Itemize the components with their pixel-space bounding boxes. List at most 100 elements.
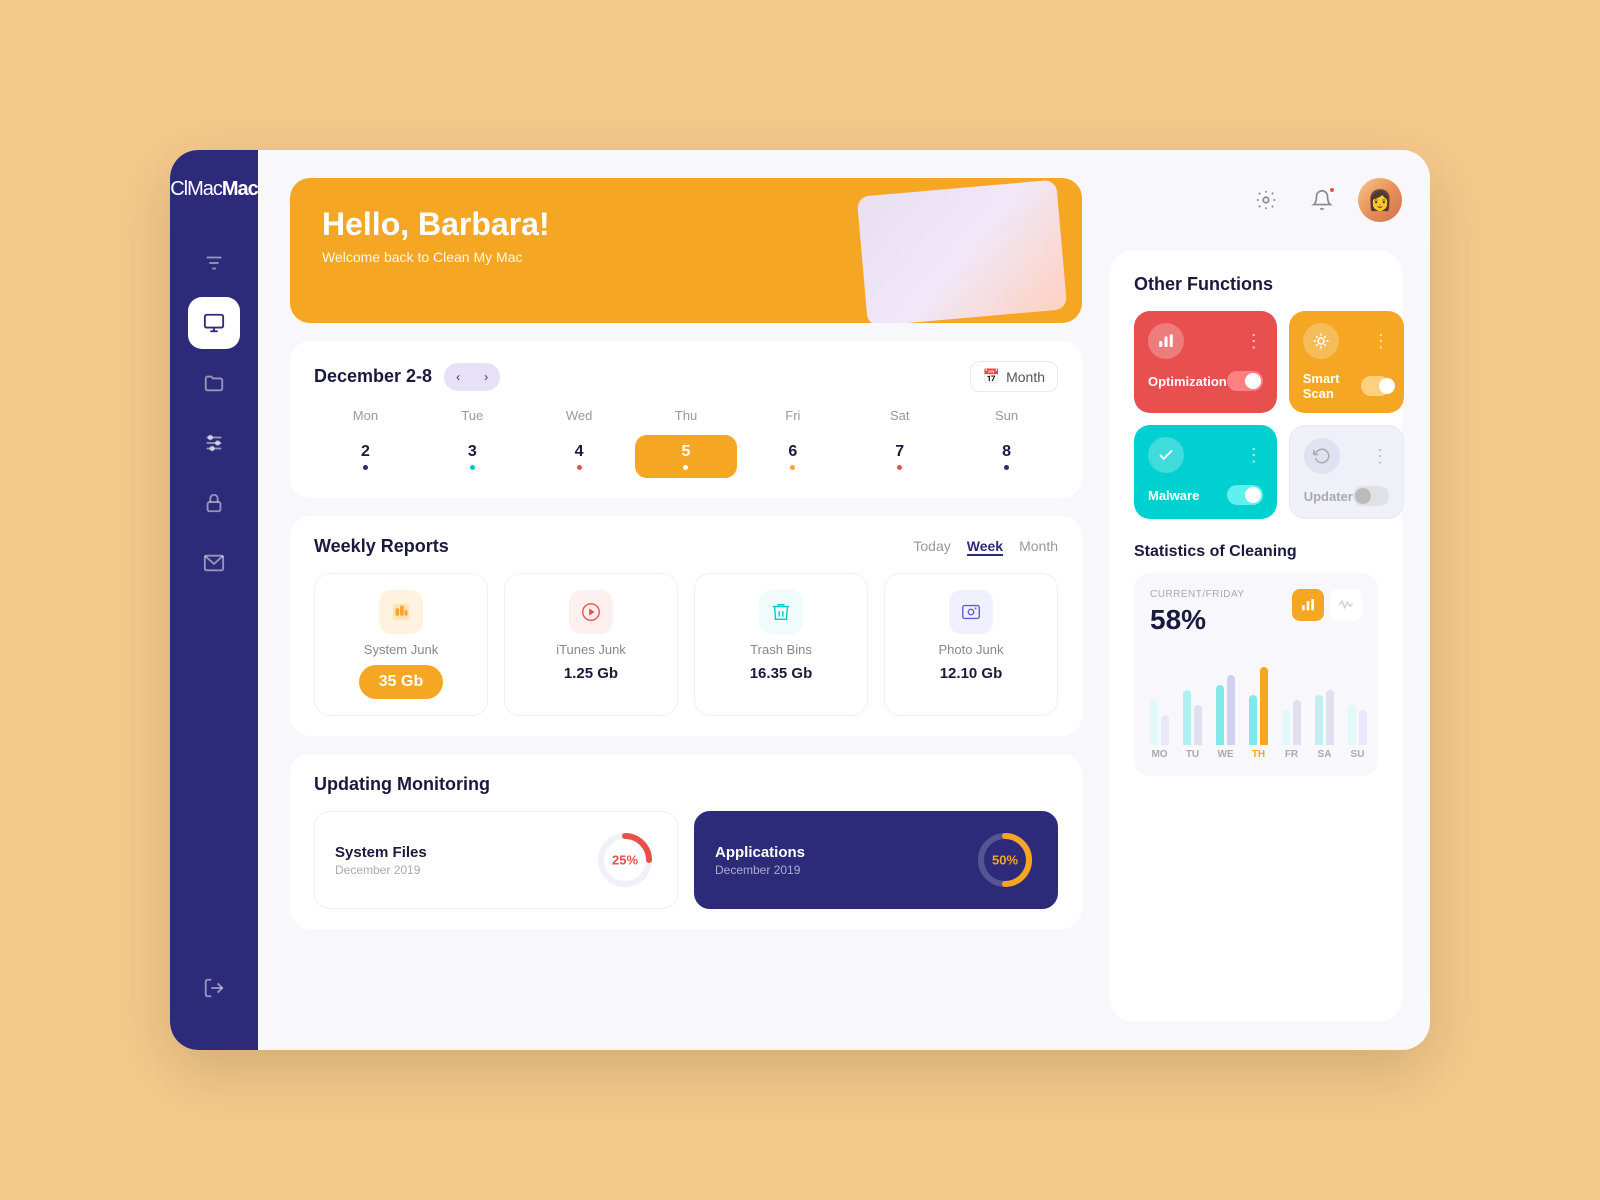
- avatar[interactable]: 👩: [1358, 178, 1402, 222]
- smart-scan-toggle[interactable]: [1361, 376, 1390, 396]
- trash-bins-value: 16.35 Gb: [750, 665, 813, 682]
- day-label-mon: Mon: [314, 408, 417, 431]
- tab-week[interactable]: Week: [967, 538, 1003, 556]
- function-smart-scan[interactable]: ⋮ Smart Scan: [1289, 311, 1404, 413]
- right-header: 👩: [1110, 178, 1402, 226]
- calendar-nav: ‹ ›: [444, 363, 500, 391]
- itunes-junk-label: iTunes Junk: [556, 642, 626, 657]
- report-system-junk[interactable]: System Junk 35 Gb: [314, 573, 488, 716]
- day-5-dot: [683, 465, 688, 470]
- system-files-progress: 25%: [593, 828, 657, 892]
- right-panel: 👩 Other Functions ⋮: [1110, 150, 1430, 1050]
- monitor-applications[interactable]: Applications December 2019 50%: [694, 811, 1058, 909]
- optimization-icon: [1148, 323, 1184, 359]
- malware-icon: [1148, 437, 1184, 473]
- function-optimization[interactable]: ⋮ Optimization: [1134, 311, 1277, 413]
- stats-percent: 58%: [1150, 604, 1245, 636]
- functions-grid: ⋮ Optimization: [1134, 311, 1378, 519]
- sidebar-item-mail[interactable]: [188, 537, 240, 589]
- day-8[interactable]: 8: [955, 435, 1058, 478]
- day-3-dot: [470, 465, 475, 470]
- day-3[interactable]: 3: [421, 435, 524, 478]
- updater-menu[interactable]: ⋮: [1371, 446, 1389, 467]
- sidebar-nav: [170, 237, 258, 962]
- day-7-dot: [897, 465, 902, 470]
- malware-menu[interactable]: ⋮: [1245, 445, 1263, 466]
- sidebar-item-sliders[interactable]: [188, 417, 240, 469]
- optimization-menu[interactable]: ⋮: [1245, 331, 1263, 352]
- sidebar-item-monitor[interactable]: [188, 297, 240, 349]
- day-2-dot: [363, 465, 368, 470]
- updater-label: Updater: [1304, 489, 1353, 504]
- settings-icon[interactable]: [1246, 180, 1286, 220]
- sidebar-item-lock[interactable]: [188, 477, 240, 529]
- monitoring-grid: System Files December 2019 25% Applicati…: [314, 811, 1058, 909]
- day-label-tue: Tue: [421, 408, 524, 431]
- photo-junk-value: 12.10 Gb: [940, 665, 1003, 682]
- month-button[interactable]: 📅 Month: [970, 361, 1058, 392]
- system-junk-value: 35 Gb: [359, 665, 443, 699]
- report-itunes-junk[interactable]: iTunes Junk 1.25 Gb: [504, 573, 678, 716]
- day-8-dot: [1004, 465, 1009, 470]
- system-files-date: December 2019: [335, 863, 427, 877]
- prev-arrow[interactable]: ‹: [444, 363, 472, 391]
- smart-scan-icon: [1303, 323, 1339, 359]
- calendar-range: December 2-8: [314, 366, 432, 387]
- notification-badge: [1328, 186, 1336, 194]
- function-malware[interactable]: ⋮ Malware: [1134, 425, 1277, 519]
- bell-icon[interactable]: [1302, 180, 1342, 220]
- other-functions-title: Other Functions: [1134, 274, 1378, 295]
- day-6[interactable]: 6: [741, 435, 844, 478]
- reports-title: Weekly Reports: [314, 536, 449, 557]
- stats-bar-icon[interactable]: [1292, 589, 1324, 621]
- optimization-label: Optimization: [1148, 374, 1227, 389]
- monitoring-section: Updating Monitoring System Files Decembe…: [290, 754, 1082, 929]
- app-logo: ClMacMac: [170, 178, 258, 201]
- malware-label: Malware: [1148, 488, 1199, 503]
- stats-wave-icon[interactable]: [1330, 589, 1362, 621]
- malware-toggle[interactable]: [1227, 485, 1263, 505]
- report-tabs: Today Week Month: [913, 538, 1058, 556]
- applications-progress: 50%: [973, 828, 1037, 892]
- trash-bins-label: Trash Bins: [750, 642, 812, 657]
- day-label-thu: Thu: [635, 408, 738, 431]
- monitoring-title: Updating Monitoring: [314, 774, 1058, 795]
- itunes-junk-value: 1.25 Gb: [564, 665, 618, 682]
- photo-junk-icon: [949, 590, 993, 634]
- hero-laptop-image: [857, 180, 1068, 323]
- day-7[interactable]: 7: [848, 435, 951, 478]
- report-photo-junk[interactable]: Photo Junk 12.10 Gb: [884, 573, 1058, 716]
- tab-month[interactable]: Month: [1019, 538, 1058, 556]
- monitor-system-files[interactable]: System Files December 2019 25%: [314, 811, 678, 909]
- calendar-grid: Mon Tue Wed Thu Fri Sat Sun 2 3 4: [314, 408, 1058, 478]
- optimization-toggle[interactable]: [1227, 371, 1263, 391]
- sidebar-item-filter[interactable]: [188, 237, 240, 289]
- day-5[interactable]: 5: [635, 435, 738, 478]
- right-card: Other Functions ⋮ Optimization: [1110, 250, 1402, 1022]
- sidebar-item-logout[interactable]: [188, 962, 240, 1014]
- function-updater[interactable]: ⋮ Updater: [1289, 425, 1404, 519]
- next-arrow[interactable]: ›: [472, 363, 500, 391]
- day-label-sat: Sat: [848, 408, 951, 431]
- statistics-section: Statistics of Cleaning CURRENT/FRIDAY 58…: [1134, 543, 1378, 776]
- day-4[interactable]: 4: [528, 435, 631, 478]
- applications-label: Applications: [715, 844, 805, 861]
- sidebar-item-folder[interactable]: [188, 357, 240, 409]
- statistics-card: CURRENT/FRIDAY 58%: [1134, 573, 1378, 776]
- day-4-dot: [577, 465, 582, 470]
- statistics-title: Statistics of Cleaning: [1134, 543, 1378, 561]
- main-content: Hello, Barbara! Welcome back to Clean My…: [258, 150, 1110, 1050]
- current-period-label: CURRENT/FRIDAY: [1150, 589, 1245, 600]
- day-2[interactable]: 2: [314, 435, 417, 478]
- smart-scan-menu[interactable]: ⋮: [1372, 331, 1390, 352]
- system-junk-label: System Junk: [364, 642, 438, 657]
- day-label-sun: Sun: [955, 408, 1058, 431]
- calendar-section: December 2-8 ‹ › 📅 Month Mon Tue Wed Thu…: [290, 341, 1082, 498]
- report-trash-bins[interactable]: Trash Bins 16.35 Gb: [694, 573, 868, 716]
- tab-today[interactable]: Today: [913, 538, 950, 556]
- itunes-junk-icon: [569, 590, 613, 634]
- stats-chart: MO TU: [1150, 660, 1362, 760]
- day-6-dot: [790, 465, 795, 470]
- updater-toggle[interactable]: [1353, 486, 1389, 506]
- sidebar: ClMacMac: [170, 150, 258, 1050]
